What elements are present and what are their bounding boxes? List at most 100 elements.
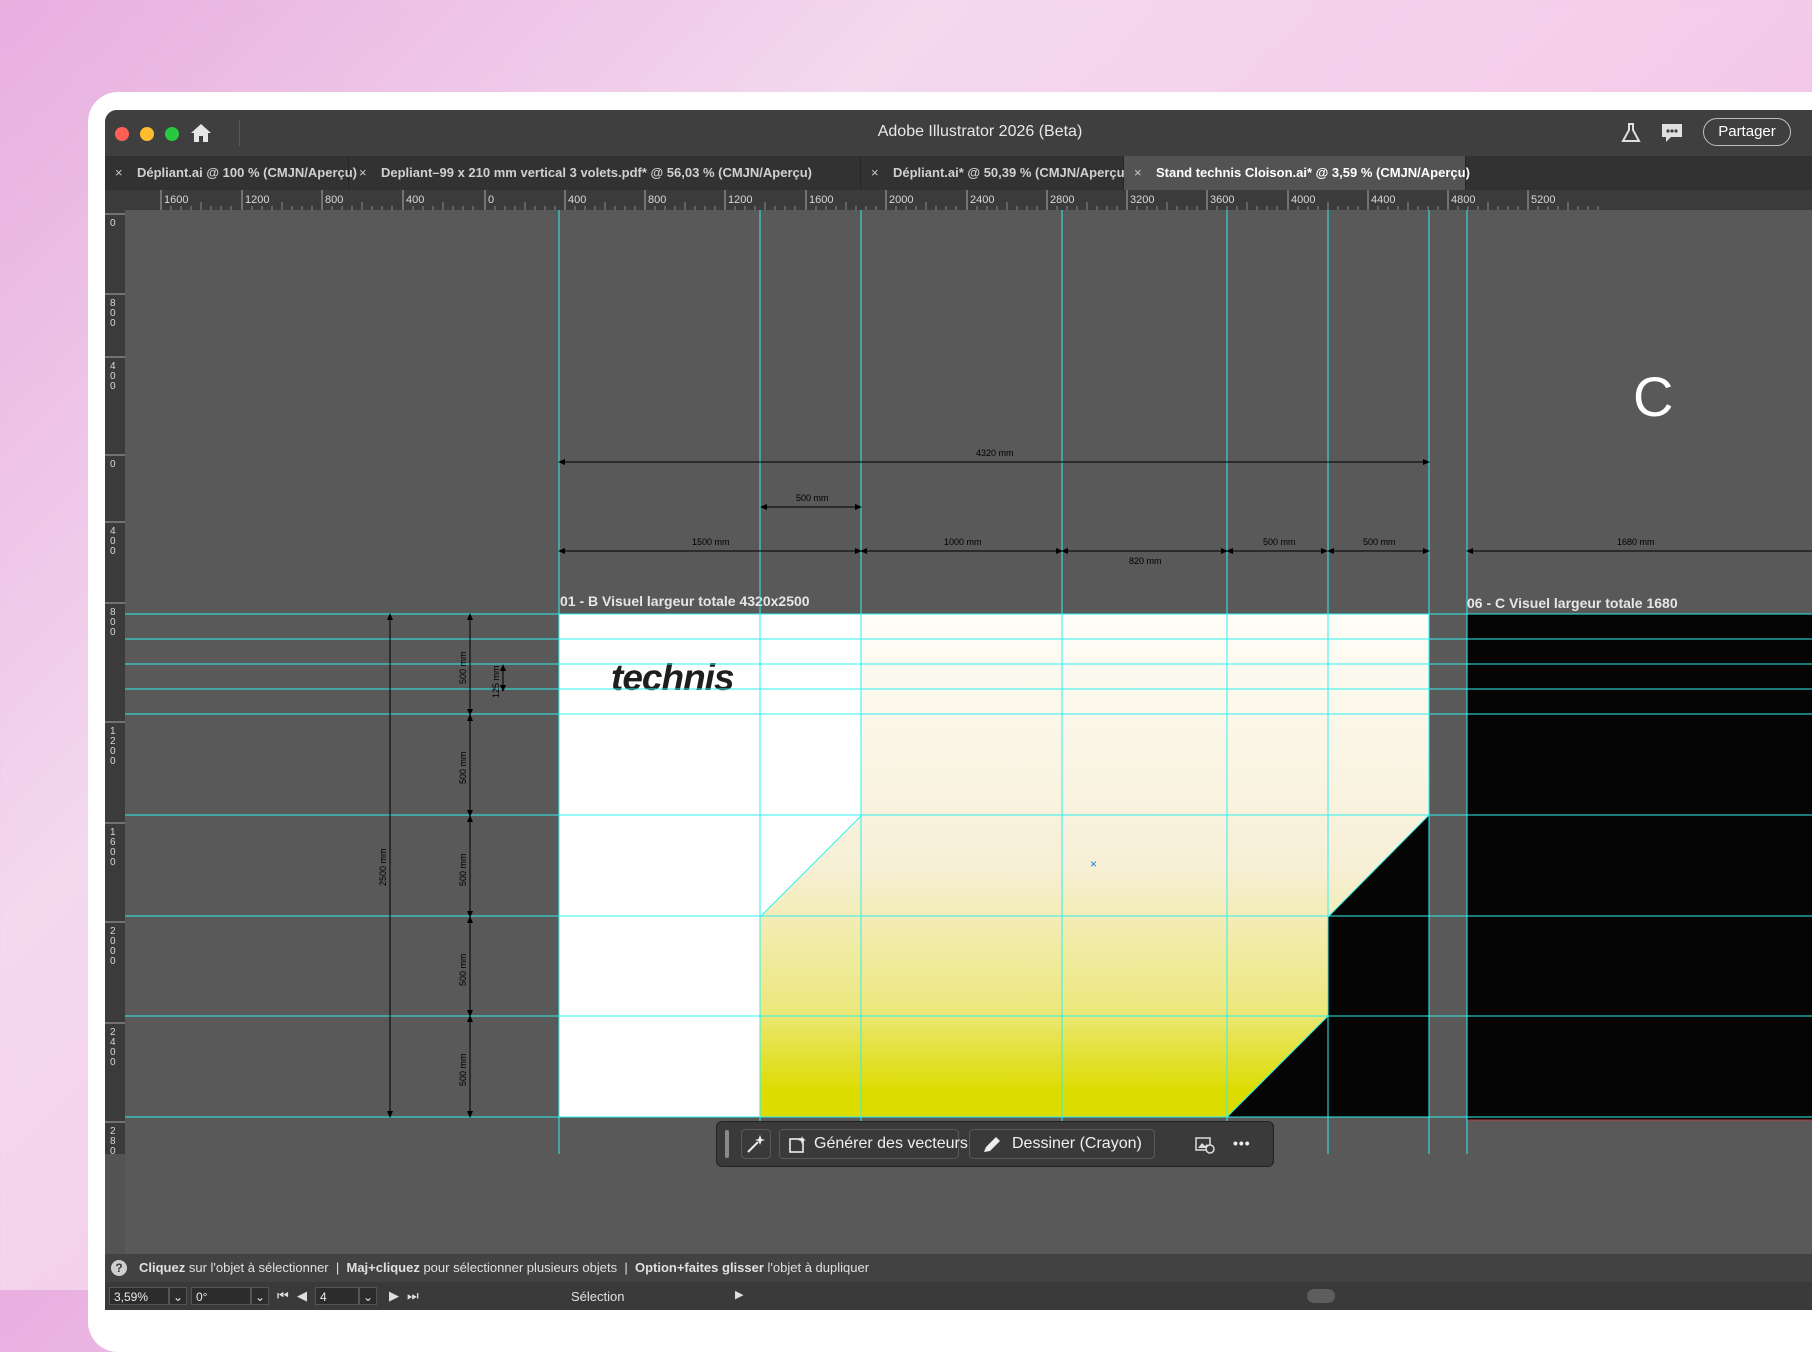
document-tabs: × Dépliant.ai @ 100 % (CMJN/Aperçu) × Depl… [105, 156, 1812, 190]
help-icon[interactable]: ? [111, 1260, 127, 1276]
tab-depliant[interactable]: × Dépliant.ai @ 100 % (CMJN/Aperçu) [105, 156, 357, 190]
tab-label: Dépliant.ai @ 100 % (CMJN/Aperçu) [137, 165, 358, 180]
dim-v3: 500 mm [458, 853, 468, 886]
next-artboard-icon[interactable]: ▶ [389, 1288, 399, 1304]
status-separator: | [335, 1260, 340, 1275]
tab-close-icon[interactable]: × [115, 156, 129, 190]
ruler-label: 2000 [110, 926, 116, 967]
canvas[interactable]: 01 - B Visuel largeur totale 4320x2500 t… [125, 210, 1812, 1254]
last-artboard-icon[interactable]: ⏭ [407, 1288, 419, 1304]
sparkle-icon [747, 1135, 765, 1153]
tab-depliant-pdf[interactable]: × Depliant–99 x 210 mm vertical 3 volets.… [349, 156, 861, 190]
ruler-label: 1600 [110, 827, 116, 868]
share-button[interactable]: Partager [1703, 118, 1791, 146]
ruler-label: 4000 [1291, 194, 1315, 206]
status-hint: Cliquez sur l'objet à sélectionner | Maj… [139, 1254, 869, 1282]
dim-820: 820 mm [1129, 556, 1162, 566]
dim-v2: 500 mm [458, 751, 468, 784]
comments-icon[interactable] [1660, 122, 1684, 144]
tab-close-icon[interactable]: × [1134, 156, 1148, 190]
dim-small: 125 mm [491, 665, 501, 698]
dim-500-top: 500 mm [796, 493, 829, 503]
bottom-bar: 3,59% ⌄ 0° ⌄ ⏮ ◀ 4 ⌄ ▶ ⏭ Sélection ▶ [105, 1282, 1812, 1310]
tab-close-icon[interactable]: × [359, 156, 373, 190]
ruler-label: 1600 [809, 194, 833, 206]
generate-vectors-button[interactable]: Générer des vecteurs [779, 1129, 968, 1159]
dim-1500: 1500 mm [692, 537, 730, 547]
more-options-icon[interactable]: ••• [1233, 1135, 1251, 1151]
tab-stand-technis[interactable]: × Stand technis Cloison.ai* @ 3,59 % (CMJ… [1124, 156, 1470, 190]
artboard-01[interactable]: 01 - B Visuel largeur totale 4320x2500 t… [558, 593, 1430, 1118]
artboard-label-06[interactable]: 06 - C Visuel largeur totale 1680 [1467, 595, 1678, 611]
flask-icon[interactable] [1620, 122, 1642, 144]
artboard-06[interactable]: 06 - C Visuel largeur totale 1680 C [1466, 365, 1812, 1121]
ruler-label: 1600 [164, 194, 188, 206]
dim-total: 4320 mm [976, 448, 1014, 458]
magic-wand-button[interactable] [741, 1129, 771, 1159]
ruler-label: 0 [110, 459, 116, 470]
ruler-label: 1200 [245, 194, 269, 206]
contextual-task-bar: Générer des vecteurs Dessiner (Crayon) •… [716, 1121, 1274, 1167]
ruler-label: 400 [406, 194, 424, 206]
ruler-label: 3600 [1210, 194, 1234, 206]
status-hint-text: sur l'objet à sélectionner [185, 1260, 329, 1275]
ruler-label: 1200 [728, 194, 752, 206]
window-title: Adobe Illustrator 2026 (Beta) [877, 123, 1083, 140]
dim-1680: 1680 mm [1617, 537, 1655, 547]
dim-v1: 500 mm [458, 651, 468, 684]
status-hint-option: Option+faites glisser [634, 1260, 764, 1275]
ruler-label: 1200 [110, 726, 116, 767]
drag-handle[interactable] [725, 1130, 729, 1158]
status-hint-text: l'objet à dupliquer [763, 1260, 870, 1275]
pencil-icon [984, 1137, 1000, 1152]
generate-vectors-icon [789, 1136, 806, 1153]
center-marker: × [1090, 857, 1097, 871]
technis-logo[interactable]: technis [611, 657, 735, 698]
tab-label: Dépliant.ai* @ 50,39 % (CMJN/Aperçu) [893, 165, 1129, 180]
artboard-label-01[interactable]: 01 - B Visuel largeur totale 4320x2500 [560, 593, 810, 609]
ruler-label: 400 [568, 194, 586, 206]
first-artboard-icon[interactable]: ⏮ [277, 1288, 289, 1304]
ruler-label: 400 [110, 526, 116, 557]
scrollbar-thumb[interactable] [1307, 1289, 1335, 1303]
draw-pencil-button[interactable]: Dessiner (Crayon) [969, 1129, 1155, 1159]
horizontal-scrollbar[interactable] [759, 1289, 1812, 1303]
tab-close-icon[interactable]: × [871, 156, 885, 190]
dim-v5: 500 mm [458, 1053, 468, 1086]
ruler-label: 800 [325, 194, 343, 206]
ruler-corner[interactable] [105, 190, 125, 210]
ruler-label: 400 [110, 361, 116, 392]
title-bar: Adobe Illustrator 2026 (Beta) Partager [105, 110, 1812, 156]
dim-v4: 500 mm [458, 953, 468, 986]
vertical-ruler[interactable]: 0 800 400 0 400 800 1200 1600 2000 2400 2800 [105, 210, 126, 1154]
status-separator: | [624, 1260, 628, 1275]
ruler-label: 5200 [1531, 194, 1555, 206]
generate-vectors-label: Générer des vecteurs [814, 1135, 968, 1152]
partial-glyph: C [1633, 365, 1673, 428]
prev-artboard-icon[interactable]: ◀ [297, 1288, 307, 1304]
ruler-label: 0 [488, 194, 494, 206]
ruler-label: 2400 [970, 194, 994, 206]
artboard-background-black [1466, 613, 1812, 1121]
status-hint-shift: Maj+cliquez [346, 1260, 420, 1275]
current-tool: Sélection [571, 1289, 625, 1304]
ruler-label: 2800 [1050, 194, 1074, 206]
status-hint-click: Cliquez [139, 1260, 186, 1275]
tab-depliant-modified[interactable]: × Dépliant.ai* @ 50,39 % (CMJN/Aperçu) [861, 156, 1129, 190]
horizontal-ruler[interactable]: 1600 1200 800 400 0 400 800 1200 1600 2000 2400 280… [125, 190, 1812, 211]
status-bar: ? Cliquez sur l'objet à sélectionner | M… [105, 1254, 1812, 1282]
tab-label: Stand technis Cloison.ai* @ 3,59 % (CMJN… [1156, 165, 1470, 180]
ruler-label: 3200 [1130, 194, 1154, 206]
ruler-label: 800 [110, 607, 116, 638]
dim-1000: 1000 mm [944, 537, 982, 547]
draw-pencil-label: Dessiner (Crayon) [1012, 1135, 1142, 1152]
ruler-label: 0 [110, 218, 116, 229]
dim-500b: 500 mm [1363, 537, 1396, 547]
ruler-label: 2800 [110, 1126, 116, 1154]
ruler-label: 2000 [889, 194, 913, 206]
ruler-label: 4400 [1371, 194, 1395, 206]
status-hint-text: pour sélectionner plusieurs objets [419, 1260, 618, 1275]
dim-500a: 500 mm [1263, 537, 1296, 547]
ruler-label: 4800 [1451, 194, 1475, 206]
image-settings-icon[interactable] [1195, 1136, 1215, 1154]
